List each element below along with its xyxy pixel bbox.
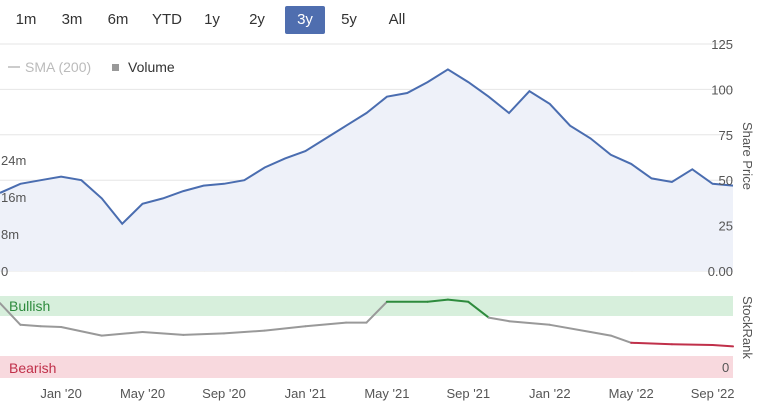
volume-legend-swatch (112, 64, 119, 71)
stockrank-segment (589, 331, 612, 337)
volume-legend-label[interactable]: Volume (128, 59, 175, 75)
range-button-all[interactable]: All (379, 6, 415, 34)
range-button-3m[interactable]: 3m (54, 6, 90, 34)
volume-tick-label: 0 (1, 264, 8, 279)
price-tick-label: 0.00 (708, 264, 733, 279)
price-tick-label: 100 (711, 82, 733, 97)
stockrank-segment (487, 316, 510, 323)
stockrank-segment (263, 325, 307, 332)
x-axis-label: May '20 (120, 386, 165, 401)
price-tick-label: 50 (719, 173, 733, 188)
range-button-ytd[interactable]: YTD (144, 6, 190, 34)
bullish-label: Bullish (9, 298, 50, 314)
range-button-1m[interactable]: 1m (8, 6, 44, 34)
stockrank-segment (182, 332, 225, 336)
bearish-label: Bearish (9, 360, 56, 376)
stockrank-segment (60, 326, 103, 337)
stockrank-segment (548, 323, 592, 333)
x-axis-label: Jan '22 (529, 386, 571, 401)
stockrank-segment (304, 321, 348, 328)
stockrank-segment (670, 343, 714, 346)
stockrank-segment (609, 334, 633, 344)
volume-tick-label: 24m (1, 153, 26, 168)
price-tick-label: 25 (719, 219, 733, 234)
sma-legend-label[interactable]: SMA (200) (25, 59, 91, 75)
range-button-6m[interactable]: 6m (100, 6, 136, 34)
volume-tick-label: 16m (1, 190, 26, 205)
price-area (0, 69, 733, 272)
stock-chart: SMA (200) Volume 125 100 75 50 25 0.00 Share … (0, 37, 755, 401)
x-axis-label: Sep '21 (446, 386, 490, 401)
price-tick-label: 125 (711, 37, 733, 52)
x-axis-label: Jan '21 (285, 386, 327, 401)
volume-tick-label: 8m (1, 227, 19, 242)
range-button-1y[interactable]: 1y (196, 6, 228, 34)
range-button-3y[interactable]: 3y (285, 6, 325, 34)
price-axis-title: Share Price (740, 122, 755, 190)
stockrank-segment (141, 331, 185, 336)
x-axis-labels: Jan '20 May '20 Sep '20 Jan '21 May '21 Sep '… (40, 386, 734, 401)
x-axis-label: May '21 (364, 386, 409, 401)
price-tick-label: 75 (719, 128, 733, 143)
range-button-2y[interactable]: 2y (241, 6, 273, 34)
stockrank-segment (630, 341, 673, 346)
stockrank-segment (711, 344, 734, 348)
stockrank-segment (39, 325, 63, 328)
stockrank-segment (508, 320, 551, 326)
bearish-band (0, 356, 733, 378)
x-axis-label: Sep '22 (691, 386, 735, 401)
stockrank-segment (223, 329, 266, 335)
bullish-band (0, 296, 733, 316)
stockrank-zero-tick: 0 (722, 360, 729, 375)
x-axis-label: Sep '20 (202, 386, 246, 401)
x-axis-label: Jan '20 (40, 386, 82, 401)
stockrank-segment (100, 331, 144, 337)
stockrank-segment (19, 323, 42, 328)
stockrank-axis-title: StockRank (740, 296, 755, 359)
x-axis-label: May '22 (609, 386, 654, 401)
range-button-5y[interactable]: 5y (333, 6, 365, 34)
legend[interactable]: SMA (200) Volume (8, 59, 175, 75)
